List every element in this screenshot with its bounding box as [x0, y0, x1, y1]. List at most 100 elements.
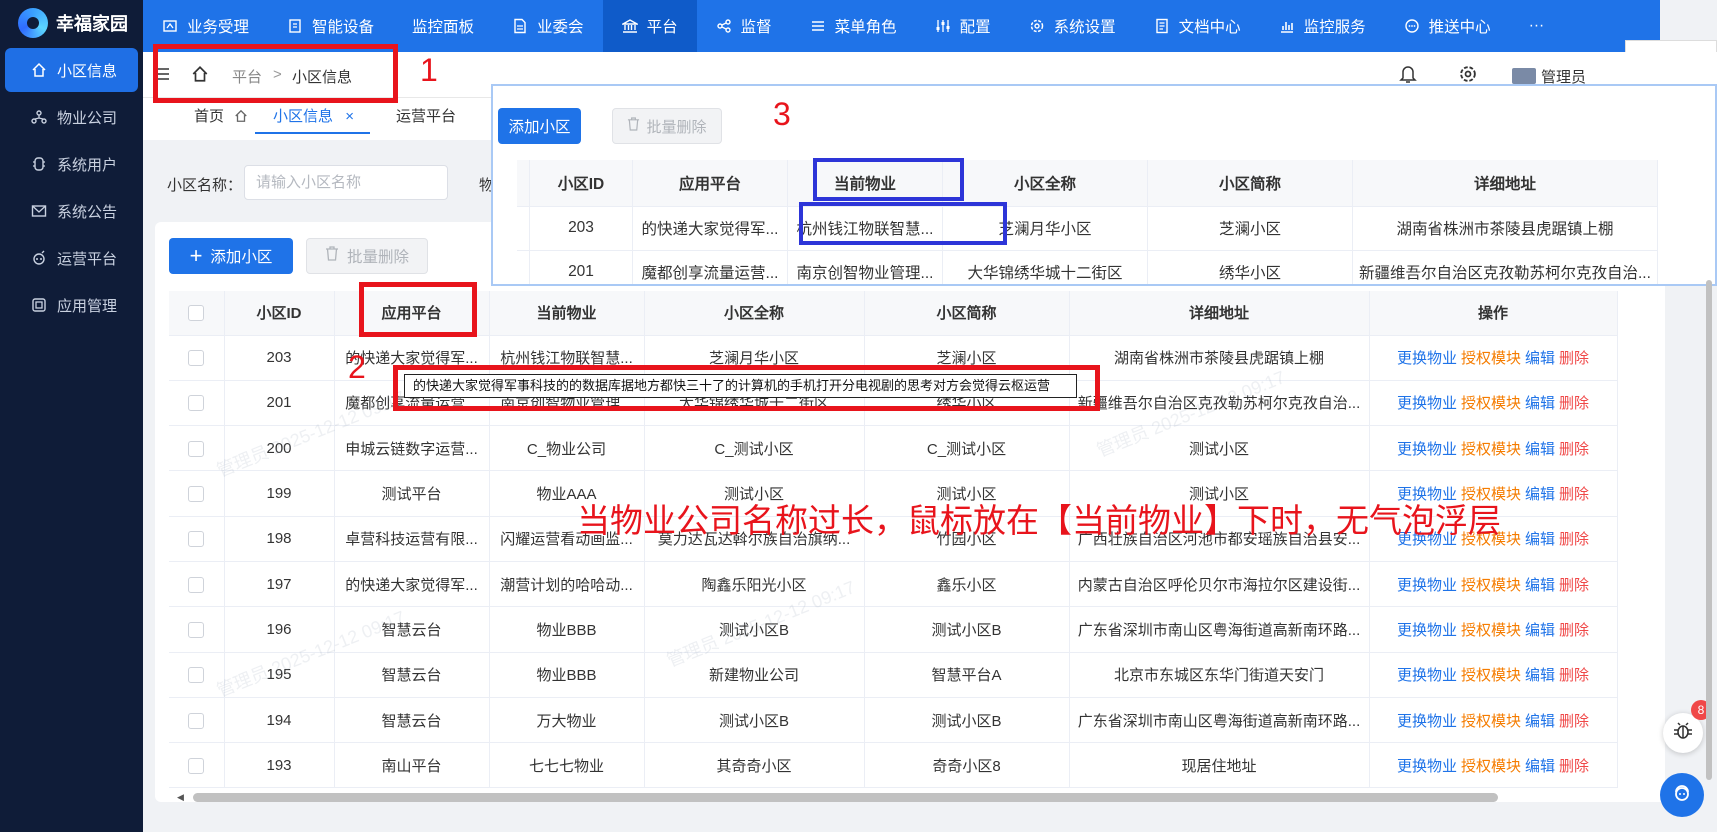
select-all-checkbox[interactable] [169, 291, 225, 336]
row-checkbox[interactable] [169, 561, 225, 608]
row-actions: 更换物业 授权模块 编辑 删除 [1369, 606, 1618, 653]
row-checkbox[interactable] [517, 206, 530, 251]
row-checkbox[interactable] [169, 335, 225, 381]
change-property-link[interactable]: 更换物业 [1397, 758, 1457, 775]
nav-item-menu-roles[interactable]: 菜单角色 [791, 0, 916, 52]
change-property-link[interactable]: 更换物业 [1397, 395, 1457, 412]
delete-link[interactable]: 删除 [1559, 713, 1589, 730]
nav-item-monitor-service[interactable]: 监控服务 [1260, 0, 1385, 52]
table-row: 196 智慧云台 物业BBB 测试小区B 测试小区B 广东省深圳市南山区粤海街道高新南环路… [169, 606, 1618, 653]
change-property-link[interactable]: 更换物业 [1397, 622, 1457, 639]
row-checkbox[interactable] [169, 516, 225, 562]
edit-link[interactable]: 编辑 [1525, 531, 1555, 548]
cell-property: 南京创智物业管理... [787, 250, 943, 284]
cell-short: 绣华小区 [1147, 250, 1353, 284]
column-header: 小区ID [224, 291, 335, 336]
app-logo: 幸福家园 [0, 0, 143, 45]
tab-home[interactable]: 首页 [194, 104, 248, 134]
horizontal-scrollbar[interactable]: ◀ [169, 790, 1674, 804]
edit-link[interactable]: 编辑 [1525, 758, 1555, 775]
table-row: 200 申城云链数字运营... C_物业公司 C_测试小区 C_测试小区 测试小区 更换物业… [169, 425, 1618, 472]
cell-full: 其奇奇小区 [644, 742, 865, 789]
scroll-thumb[interactable] [193, 793, 1498, 802]
row-checkbox[interactable] [517, 250, 530, 284]
sidebar-item-announcements[interactable]: 系统公告 [5, 189, 138, 233]
close-icon[interactable]: × [345, 108, 354, 125]
authorize-module-link[interactable]: 授权模块 [1461, 395, 1521, 412]
batch-delete-button[interactable]: 批量删除 [612, 108, 722, 144]
row-actions: 更换物业 授权模块 编辑 删除 [1369, 697, 1618, 744]
batch-delete-button[interactable]: 批量删除 [306, 238, 428, 274]
nav-item-docs[interactable]: 文档中心 [1135, 0, 1260, 52]
cell-id: 194 [224, 697, 335, 744]
edit-link[interactable]: 编辑 [1525, 713, 1555, 730]
change-property-link[interactable]: 更换物业 [1397, 667, 1457, 684]
annotation-box-breadcrumb [153, 44, 398, 103]
delete-link[interactable]: 删除 [1559, 531, 1589, 548]
cell-addr: 广东省深圳市南山区粤海街道高新南环路... [1069, 697, 1370, 744]
tab-label: 运营平台 [396, 108, 457, 125]
change-property-link[interactable]: 更换物业 [1397, 577, 1457, 594]
authorize-module-link[interactable]: 授权模块 [1461, 441, 1521, 458]
button-label: 添加小区 [210, 249, 273, 266]
nav-item-more[interactable]: ··· [1510, 0, 1564, 52]
authorize-module-link[interactable]: 授权模块 [1461, 667, 1521, 684]
avatar[interactable] [1512, 68, 1536, 84]
sidebar-item-system-users[interactable]: 系统用户 [5, 142, 138, 186]
nav-item-platform[interactable]: 平台 [602, 0, 697, 52]
edit-link[interactable]: 编辑 [1525, 395, 1555, 412]
sidebar-item-community[interactable]: 小区信息 [5, 48, 138, 92]
delete-link[interactable]: 删除 [1559, 441, 1589, 458]
authorize-module-link[interactable]: 授权模块 [1461, 577, 1521, 594]
vertical-scrollbar[interactable] [1704, 280, 1714, 780]
row-checkbox[interactable] [169, 470, 225, 517]
row-checkbox[interactable] [169, 742, 225, 789]
edit-link[interactable]: 编辑 [1525, 441, 1555, 458]
nav-item-system-settings[interactable]: 系统设置 [1010, 0, 1135, 52]
change-property-link[interactable]: 更换物业 [1397, 713, 1457, 730]
authorize-module-link[interactable]: 授权模块 [1461, 758, 1521, 775]
sidebar-item-operation-platform[interactable]: 运营平台 [5, 236, 138, 280]
nav-item-push-center[interactable]: 推送中心 [1385, 0, 1510, 52]
sidebar-item-property-company[interactable]: 物业公司 [5, 95, 138, 139]
change-property-link[interactable]: 更换物业 [1397, 441, 1457, 458]
delete-link[interactable]: 删除 [1559, 758, 1589, 775]
delete-link[interactable]: 删除 [1559, 667, 1589, 684]
scroll-thumb[interactable] [1706, 280, 1712, 780]
delete-link[interactable]: 删除 [1559, 622, 1589, 639]
nav-item-config[interactable]: 配置 [916, 0, 1010, 52]
sidebar-item-app-management[interactable]: 应用管理 [5, 283, 138, 327]
cell-id: 197 [224, 561, 335, 608]
nav-item-committee[interactable]: 业委会 [493, 0, 603, 52]
edit-link[interactable]: 编辑 [1525, 577, 1555, 594]
edit-link[interactable]: 编辑 [1525, 667, 1555, 684]
delete-link[interactable]: 删除 [1559, 395, 1589, 412]
delete-link[interactable]: 删除 [1559, 486, 1589, 503]
row-checkbox[interactable] [169, 652, 225, 698]
delete-link[interactable]: 删除 [1559, 350, 1589, 367]
community-name-input[interactable]: 请输入小区名称 [244, 165, 448, 200]
edit-link[interactable]: 编辑 [1525, 486, 1555, 503]
customer-service-button[interactable] [1660, 773, 1704, 817]
authorize-module-link[interactable]: 授权模块 [1461, 713, 1521, 730]
add-community-button[interactable]: 添加小区 [498, 108, 581, 144]
delete-link[interactable]: 删除 [1559, 577, 1589, 594]
tab-community-info[interactable]: 小区信息 × [255, 104, 370, 134]
row-checkbox[interactable] [169, 606, 225, 653]
scroll-left-arrow-icon[interactable]: ◀ [177, 792, 184, 803]
row-checkbox[interactable] [169, 697, 225, 744]
change-property-link[interactable]: 更换物业 [1397, 350, 1457, 367]
authorize-module-link[interactable]: 授权模块 [1461, 622, 1521, 639]
add-community-button[interactable]: + 添加小区 [169, 238, 293, 274]
tab-operation-platform[interactable]: 运营平台 [396, 104, 456, 134]
edit-link[interactable]: 编辑 [1525, 350, 1555, 367]
edit-link[interactable]: 编辑 [1525, 622, 1555, 639]
nav-label: 菜单角色 [834, 19, 897, 36]
row-checkbox[interactable] [169, 380, 225, 427]
nav-item-supervise[interactable]: 监督 [697, 0, 791, 52]
table-row: 203 的快递大家觉得军... 杭州钱江物联智慧... 芝澜月华小区 芝澜小区 湖南省株洲… [517, 206, 1658, 251]
authorize-module-link[interactable]: 授权模块 [1461, 350, 1521, 367]
row-checkbox[interactable] [169, 425, 225, 472]
cell-platform: 测试平台 [334, 470, 490, 517]
nav-item-monitor-panel[interactable]: 监控面板 [393, 0, 493, 52]
